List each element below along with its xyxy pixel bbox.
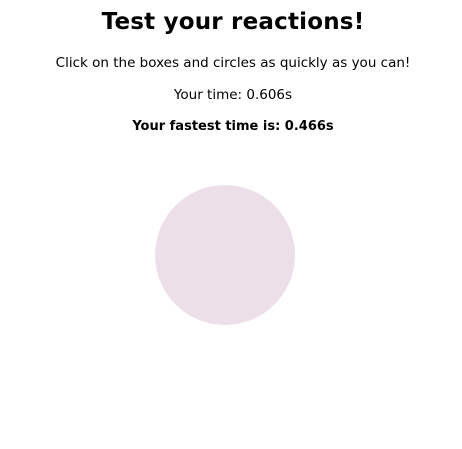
your-time-text: Your time: 0.606s [173,87,293,103]
target-circle[interactable] [155,185,295,325]
instructions-text: Click on the boxes and circles as quickl… [55,55,411,71]
page-title: Test your reactions! [101,9,365,35]
fastest-time-text: Your fastest time is: 0.466s [132,119,334,134]
